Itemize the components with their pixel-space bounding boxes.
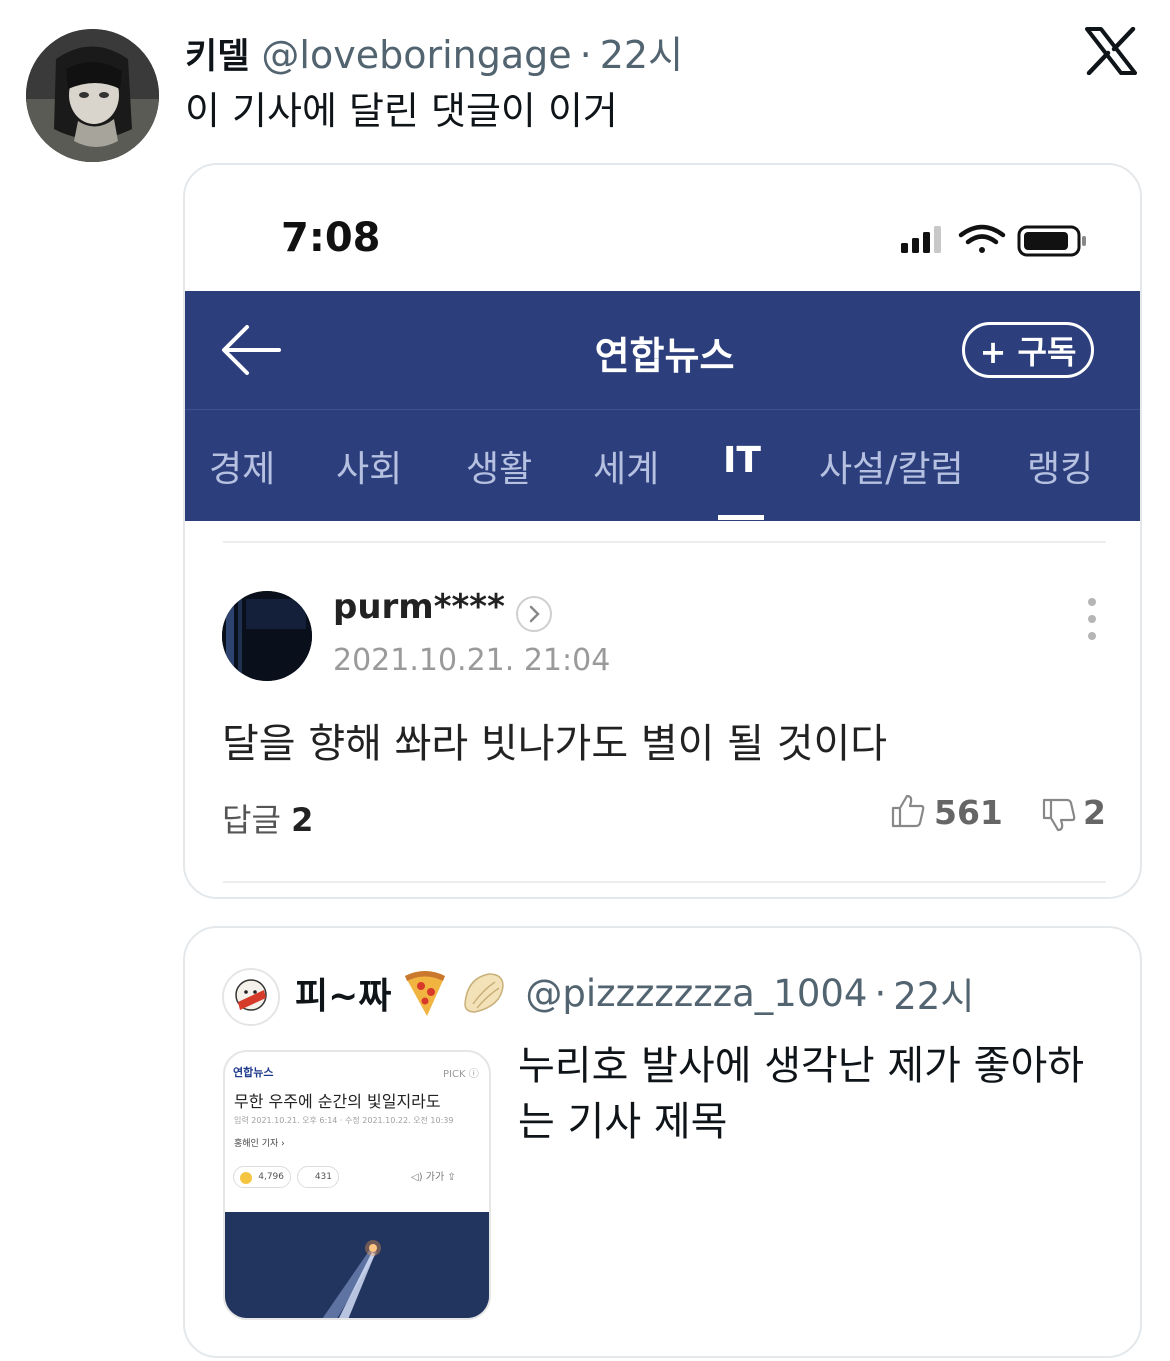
article-reporter: 홍해인 기자 › <box>234 1139 285 1149</box>
category-tabs: 경제 사회 생활 세계 IT 사설/칼럼 랭킹 <box>185 409 1140 521</box>
reply-button[interactable]: 답글 2 <box>222 795 313 841</box>
comment-count-value: 431 <box>314 1172 332 1182</box>
pick-badge: PICK ⓘ <box>443 1069 479 1080</box>
reaction-count-value: 4,796 <box>258 1172 284 1182</box>
subscribe-button[interactable]: + 구독 <box>962 322 1094 378</box>
pizza-emoji-icon <box>405 971 446 1016</box>
article-meta: 입력 2021.10.21. 오후 6:14 · 수정 2021.10.22. … <box>234 1116 454 1125</box>
tab-world[interactable]: 세계 <box>593 440 659 492</box>
author-handle[interactable]: @loveboringage <box>261 33 571 77</box>
author-avatar[interactable] <box>26 29 159 162</box>
tab-society[interactable]: 사회 <box>336 440 402 492</box>
battery-icon <box>1017 225 1086 257</box>
quoted-tweet-text: 누리호 발사에 생각난 제가 좋아하는 기사 제목 <box>518 1043 1085 1145</box>
separator-dot: · <box>579 33 592 77</box>
news-source-logo: 연합뉴스 <box>233 1066 274 1079</box>
tweet-text: 이 기사에 달린 댓글이 이거 <box>185 89 618 133</box>
more-options-icon[interactable] <box>1087 597 1097 641</box>
dumpling-emoji-icon <box>464 973 505 1013</box>
separator-dot: · <box>874 971 887 1015</box>
tab-it[interactable]: IT <box>723 440 761 481</box>
profile-chevron-icon[interactable] <box>516 596 552 632</box>
status-bar-icons <box>901 224 1086 257</box>
tab-ranking[interactable]: 랭킹 <box>1027 440 1093 492</box>
comment-count: 431 <box>297 1166 339 1188</box>
author-display-name[interactable]: 키델 <box>185 28 249 79</box>
wifi-icon <box>958 224 1006 253</box>
quoted-author-avatar[interactable] <box>222 968 280 1026</box>
quoted-tweet-header: 피~짜 @pizzzzzzza_1004 · 22시 <box>295 966 974 1020</box>
tweet-header: 키델 @loveboringage · 22시 <box>185 24 683 77</box>
commenter-username[interactable]: purm**** <box>333 587 505 627</box>
x-logo-icon[interactable] <box>1085 27 1137 75</box>
quoted-handle[interactable]: @pizzzzzzza_1004 <box>525 972 867 1015</box>
quoted-display-name[interactable]: 피~짜 <box>295 967 391 1019</box>
reaction-emoji-icon <box>240 1172 252 1184</box>
quoted-timestamp[interactable]: 22시 <box>893 966 974 1020</box>
dislike-count: 2 <box>1083 793 1106 832</box>
divider <box>223 541 1106 543</box>
commenter-avatar[interactable] <box>222 591 312 681</box>
article-headline: 무한 우주에 순간의 빛일지라도 <box>234 1092 441 1111</box>
status-bar-time: 7:08 <box>281 215 381 261</box>
app-header: 연합뉴스 + 구독 <box>185 291 1140 409</box>
reply-count: 2 <box>291 801 314 839</box>
like-count: 561 <box>934 793 1003 832</box>
quoted-tweet[interactable]: 피~짜 @pizzzzzzza_1004 · 22시 연합뉴스 PICK ⓘ 무… <box>183 926 1142 1358</box>
thumbs-down-icon[interactable] <box>1041 797 1077 833</box>
tab-economy[interactable]: 경제 <box>209 440 275 492</box>
signal-icon <box>901 226 941 253</box>
comment-date: 2021.10.21. 21:04 <box>333 643 611 678</box>
tab-life[interactable]: 생활 <box>466 440 532 492</box>
attached-screenshot[interactable]: 7:08 연합뉴스 + 구독 경제 사회 생활 세계 IT 사설/칼럼 랭킹 p… <box>183 163 1142 899</box>
article-tools: ◁) 가가 ⇪ <box>411 1172 456 1183</box>
comment-body: 달을 향해 쏴라 빗나가도 별이 될 것이다 <box>222 721 888 767</box>
thumbs-up-icon[interactable] <box>890 793 926 829</box>
divider <box>223 881 1106 883</box>
rocket-launch-photo <box>225 1212 489 1318</box>
reply-label: 답글 <box>222 801 281 839</box>
active-tab-indicator <box>718 515 764 520</box>
tab-editorial[interactable]: 사설/칼럼 <box>819 440 964 492</box>
tweet-timestamp[interactable]: 22시 <box>600 24 683 79</box>
quoted-media-thumbnail[interactable]: 연합뉴스 PICK ⓘ 무한 우주에 순간의 빛일지라도 입력 2021.10.… <box>223 1050 491 1320</box>
reaction-count: 4,796 <box>233 1166 291 1188</box>
